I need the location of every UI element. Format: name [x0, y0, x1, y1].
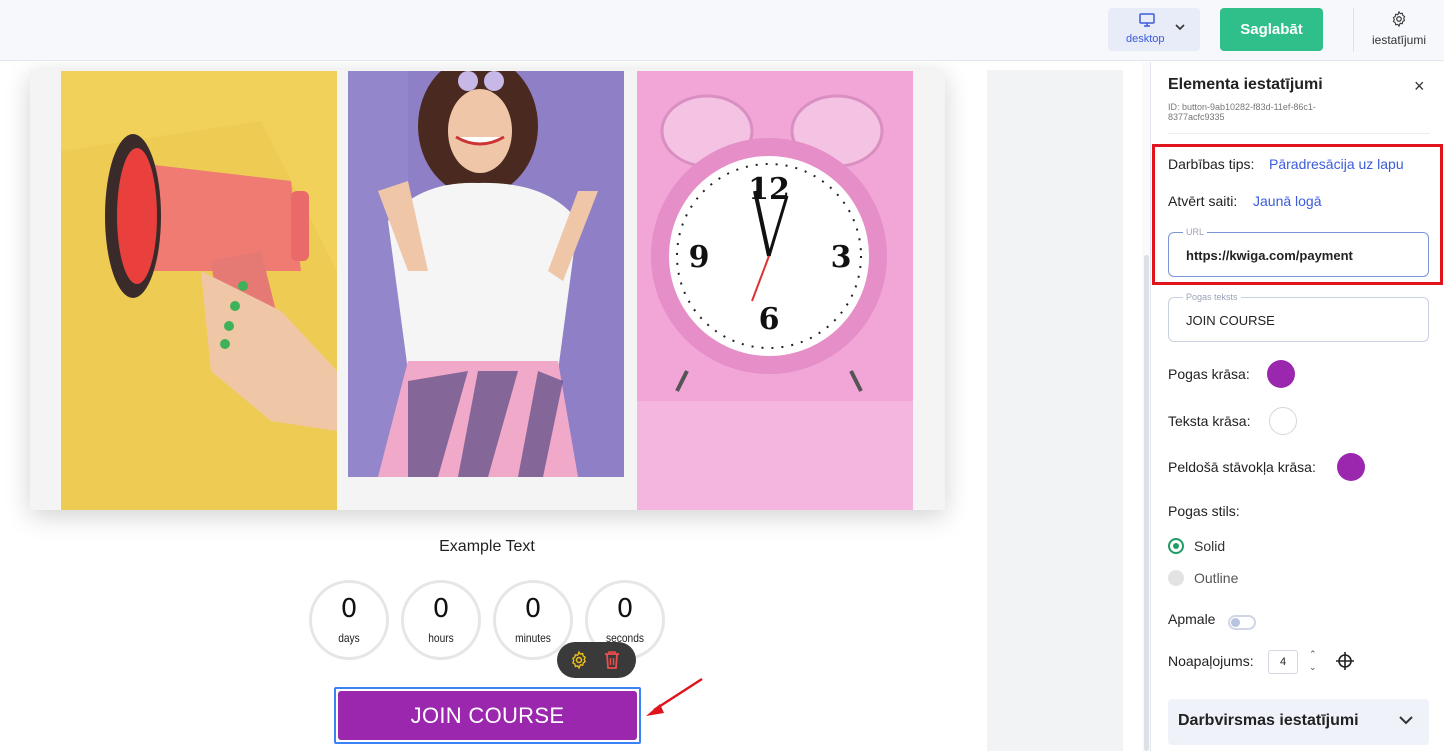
countdown-unit: days	[338, 631, 360, 645]
megaphone-photo	[61, 71, 337, 510]
text-color-label: Teksta krāsa:	[1168, 413, 1251, 429]
style-solid-radio[interactable]	[1168, 538, 1184, 554]
url-field[interactable]: URL https://kwiga.com/payment	[1168, 227, 1429, 277]
countdown-value: 0	[432, 594, 450, 624]
countdown-value: 0	[524, 594, 542, 624]
close-icon[interactable]: ×	[1414, 76, 1425, 97]
button-color-swatch[interactable]	[1267, 360, 1295, 388]
divider	[1168, 133, 1430, 134]
style-outline-label[interactable]: Outline	[1194, 570, 1238, 586]
monitor-icon	[1139, 13, 1155, 27]
url-field-label: URL	[1183, 227, 1208, 237]
hover-color-label: Peldošā stāvokļa krāsa:	[1168, 459, 1316, 475]
open-link-dropdown[interactable]: Jaunā logā	[1253, 193, 1322, 209]
trash-icon[interactable]	[603, 650, 621, 670]
accordion-title: Darbvirsmas iestatījumi	[1178, 712, 1359, 729]
element-toolbar	[557, 642, 636, 678]
scrollbar-thumb[interactable]	[1144, 255, 1149, 751]
button-text-field[interactable]: Pogas teksts JOIN COURSE	[1168, 292, 1429, 342]
countdown-unit: hours	[428, 631, 454, 645]
element-settings-panel: Elementa iestatījumi × ID: button-9ab102…	[1150, 62, 1444, 751]
canvas-gutter	[987, 70, 1123, 751]
top-bar: desktop Saglabāt iestatījumi	[0, 0, 1444, 61]
button-style-label: Pogas stils:	[1168, 503, 1240, 519]
stepper-up-icon[interactable]: ⌃	[1309, 648, 1317, 661]
url-field-value[interactable]: https://kwiga.com/payment	[1186, 248, 1353, 263]
svg-text:6: 6	[759, 302, 780, 337]
toolbar-divider	[1353, 8, 1354, 52]
style-solid-label[interactable]: Solid	[1194, 538, 1225, 554]
settings-button[interactable]: iestatījumi	[1366, 8, 1432, 52]
svg-text:12: 12	[748, 172, 790, 207]
device-label: desktop	[1126, 33, 1165, 45]
style-outline-radio[interactable]	[1168, 570, 1184, 586]
clock-photo: 12 6 3 9	[637, 71, 913, 510]
settings-label: iestatījumi	[1371, 33, 1427, 47]
countdown-hours: 0 hours	[401, 580, 481, 660]
button-text-field-value[interactable]: JOIN COURSE	[1186, 313, 1275, 328]
button-color-label: Pogas krāsa:	[1168, 366, 1250, 382]
countdown-days: 0 days	[309, 580, 389, 660]
gear-icon	[1392, 10, 1406, 28]
join-course-selection[interactable]: JOIN COURSE	[334, 687, 641, 744]
border-label: Apmale	[1168, 611, 1216, 627]
save-button[interactable]: Saglabāt	[1220, 8, 1323, 51]
action-type-dropdown[interactable]: Pāradresācija uz lapu	[1269, 156, 1404, 172]
device-switcher[interactable]: desktop	[1108, 8, 1200, 51]
woman-photo	[348, 71, 624, 477]
rounding-label: Noapaļojums:	[1168, 653, 1254, 669]
open-link-label: Atvērt saiti:	[1168, 193, 1238, 209]
crosshair-icon[interactable]	[1336, 652, 1354, 670]
border-toggle[interactable]	[1228, 615, 1256, 630]
desktop-settings-accordion[interactable]: Darbvirsmas iestatījumi	[1168, 699, 1429, 745]
join-course-button[interactable]: JOIN COURSE	[338, 691, 637, 740]
svg-text:9: 9	[689, 240, 710, 275]
element-id: ID: button-9ab10282-f83d-11ef-86c1-8377a…	[1168, 102, 1316, 122]
annotation-arrow-icon	[646, 677, 703, 716]
rounding-stepper[interactable]: ⌃ ⌄	[1309, 648, 1317, 674]
gear-icon[interactable]	[569, 650, 589, 670]
chevron-down-icon	[1175, 24, 1185, 31]
panel-title: Elementa iestatījumi	[1168, 76, 1323, 93]
action-type-label: Darbības tips:	[1168, 156, 1255, 172]
text-color-swatch[interactable]	[1269, 407, 1297, 435]
page-canvas: 12 6 3 9 Example Text 0 days 0 hours 0 m…	[0, 62, 975, 751]
hover-color-swatch[interactable]	[1337, 453, 1365, 481]
button-text-field-label: Pogas teksts	[1183, 292, 1241, 302]
example-text: Example Text	[439, 538, 535, 555]
stepper-down-icon[interactable]: ⌄	[1309, 661, 1317, 674]
svg-text:3: 3	[831, 240, 852, 275]
chevron-down-icon	[1399, 716, 1413, 725]
countdown-value: 0	[340, 594, 358, 624]
rounding-input[interactable]: 4	[1268, 650, 1298, 674]
countdown-unit: minutes	[515, 631, 551, 645]
countdown-value: 0	[616, 594, 634, 624]
